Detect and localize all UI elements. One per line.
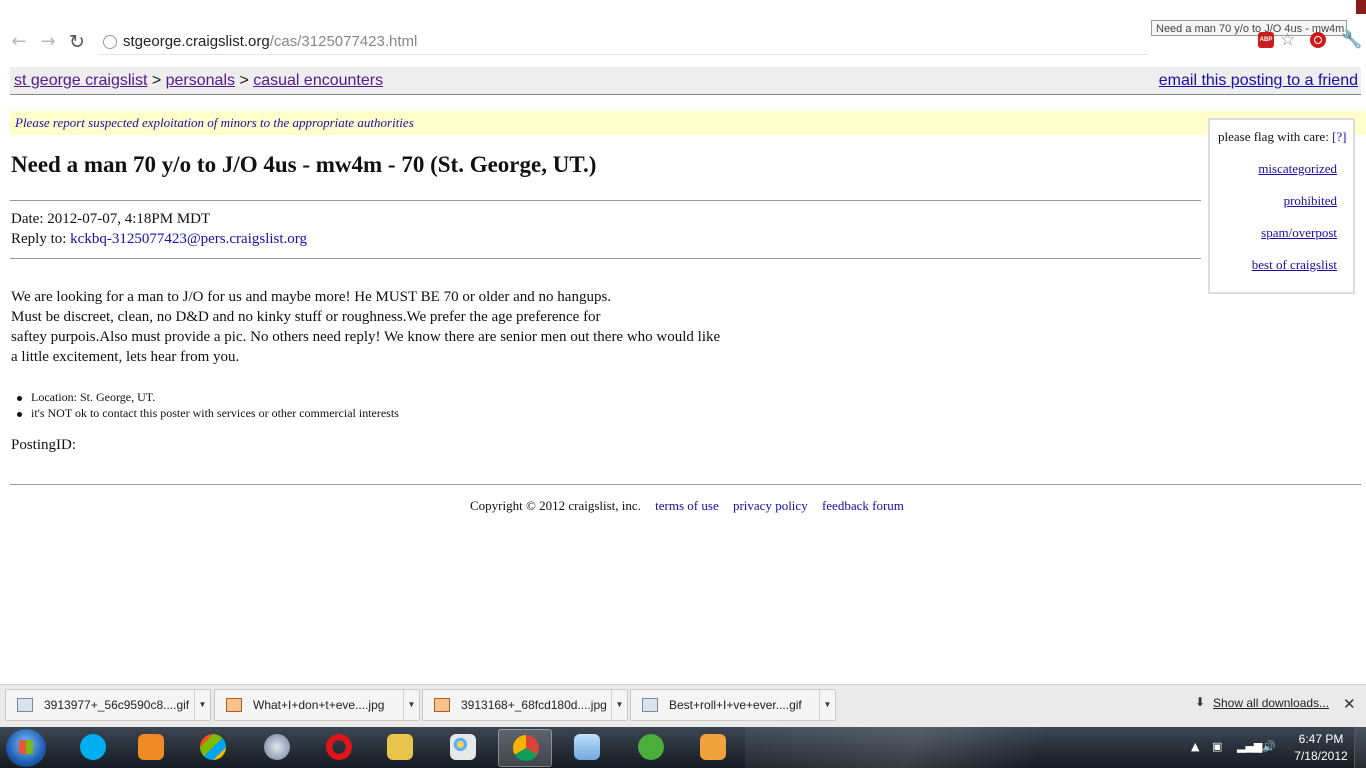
flag-title: please flag with care: [?] (1218, 129, 1347, 145)
download-menu-arrow[interactable]: ▼ (194, 690, 210, 720)
breadcrumb-trail: st george craigslist > personals > casua… (14, 67, 383, 94)
flag-title-text: please flag with care: (1218, 129, 1333, 144)
download-menu-arrow[interactable]: ▼ (403, 690, 419, 720)
flag-spam-link[interactable]: spam/overpost (1261, 225, 1337, 241)
network-device-icon[interactable]: ▣ (1212, 740, 1222, 753)
opera-taskbar-icon[interactable] (312, 729, 366, 767)
window-corner (1356, 0, 1366, 14)
paint-taskbar-icon[interactable] (436, 729, 490, 767)
footer: Copyright © 2012 craigslist, inc. terms … (470, 498, 904, 514)
address-bar[interactable]: stgeorge.craigslist.org/cas/3125077423.h… (98, 30, 1148, 55)
jpg-file-icon (434, 698, 450, 712)
taskbar: ▲ ▣ ▂▄▆ 🔊 6:47 PM 7/18/2012 (0, 727, 1366, 768)
download-filename: What+I+don+t+eve....jpg (253, 698, 385, 712)
download-item[interactable]: Best+roll+I+ve+ever....gif ▼ (630, 689, 836, 721)
chrome-taskbar-icon[interactable] (498, 729, 552, 767)
flag-prohibited-link[interactable]: prohibited (1284, 193, 1337, 209)
terms-of-use-link[interactable]: terms of use (655, 498, 719, 513)
gif-file-icon (17, 698, 33, 712)
quicktime-taskbar-icon[interactable] (250, 729, 304, 767)
media-center-taskbar-icon[interactable] (186, 729, 240, 767)
breadcrumb-category-link[interactable]: casual encounters (253, 72, 383, 89)
posting-date: Date: 2012-07-07, 4:18PM MDT (11, 211, 210, 228)
url-text: stgeorge.craigslist.org/cas/3125077423.h… (123, 30, 417, 54)
divider (10, 484, 1361, 485)
download-item[interactable]: What+I+don+t+eve....jpg ▼ (214, 689, 420, 721)
close-icon[interactable]: ✕ (1343, 695, 1356, 713)
forward-button[interactable]: → (38, 32, 58, 52)
posting-body-line: a little excitement, lets hear from you. (11, 349, 240, 365)
download-filename: Best+roll+I+ve+ever....gif (669, 698, 802, 712)
posting-id: PostingID: (11, 437, 77, 453)
download-filename: 3913168+_68fcd180d....jpg (461, 698, 607, 712)
date-label: Date: (11, 211, 48, 227)
skype-taskbar-icon[interactable] (66, 729, 120, 767)
stop-icon[interactable] (1310, 32, 1326, 48)
posting-body-line: saftey purpois.Also must provide a pic. … (11, 329, 721, 345)
url-path: /cas/3125077423.html (269, 33, 418, 50)
reply-email-link[interactable]: kckbq-3125077423@pers.craigslist.org (70, 231, 307, 247)
start-button[interactable] (6, 729, 46, 767)
clock-time[interactable]: 6:47 PM (1296, 732, 1346, 746)
volume-icon[interactable]: 🔊 (1262, 740, 1276, 753)
download-menu-arrow[interactable]: ▼ (611, 690, 627, 720)
breadcrumb-separator: > (147, 72, 166, 89)
gif-file-icon (642, 698, 658, 712)
posting-body-line: Must be discreet, clean, no D&D and no k… (11, 309, 601, 325)
posting-title: Need a man 70 y/o to J/O 4us - mw4m - 70… (11, 152, 597, 177)
flag-box: please flag with care: [?] miscategorize… (1208, 118, 1355, 294)
flag-help-link[interactable]: [?] (1332, 129, 1346, 144)
clock-date[interactable]: 7/18/2012 (1292, 749, 1350, 763)
breadcrumb: st george craigslist > personals > casua… (10, 67, 1361, 95)
flag-best-of-link[interactable]: best of craigslist (1252, 257, 1337, 273)
commercial-notice-bullet: it's NOT ok to contact this poster with … (17, 406, 399, 420)
adblock-icon[interactable]: ABP (1258, 32, 1274, 48)
media-player-taskbar-icon[interactable] (124, 729, 178, 767)
date-value: 2012-07-07, 4:18PM MDT (47, 211, 211, 227)
download-item[interactable]: 3913977+_56c9590c8....gif ▼ (5, 689, 211, 721)
breadcrumb-site-link[interactable]: st george craigslist (14, 72, 147, 89)
signal-bars-icon[interactable]: ▂▄▆ (1237, 740, 1262, 753)
report-exploitation-link[interactable]: Please report suspected exploitation of … (15, 115, 414, 130)
file-explorer-taskbar-icon[interactable] (373, 729, 427, 767)
divider (10, 200, 1201, 201)
download-menu-arrow[interactable]: ▼ (819, 690, 835, 720)
warning-banner: Please report suspected exploitation of … (10, 111, 1366, 135)
notepad-taskbar-icon[interactable] (560, 729, 614, 767)
flag-miscategorized-link[interactable]: miscategorized (1258, 161, 1337, 177)
divider (10, 258, 1201, 259)
wrench-icon[interactable]: 🔧 (1341, 32, 1362, 49)
show-all-downloads-link[interactable]: Show all downloads... (1213, 696, 1329, 710)
bookmark-star-icon[interactable]: ☆ (1280, 32, 1296, 49)
posting-body-line: We are looking for a man to J/O for us a… (11, 289, 612, 305)
reply-to: Reply to: kckbq-3125077423@pers.craigsli… (11, 231, 307, 248)
email-posting-link[interactable]: email this posting to a friend (1159, 67, 1358, 94)
utorrent-taskbar-icon[interactable] (624, 729, 678, 767)
download-item[interactable]: 3913168+_68fcd180d....jpg ▼ (422, 689, 628, 721)
copyright: Copyright © 2012 craigslist, inc. (470, 498, 641, 513)
download-arrow-icon: ⬇ (1195, 695, 1206, 709)
location-bullet: Location: St. George, UT. (16, 390, 156, 404)
breadcrumb-section-link[interactable]: personals (166, 72, 235, 89)
download-shelf: 3913977+_56c9590c8....gif ▼ What+I+don+t… (0, 684, 1366, 727)
feedback-forum-link[interactable]: feedback forum (822, 498, 904, 513)
privacy-policy-link[interactable]: privacy policy (733, 498, 808, 513)
download-filename: 3913977+_56c9590c8....gif (44, 698, 190, 712)
image-viewer-taskbar-icon[interactable] (686, 729, 740, 767)
breadcrumb-separator: > (235, 72, 254, 89)
jpg-file-icon (226, 698, 242, 712)
reload-button[interactable]: ↻ (67, 32, 87, 52)
show-desktop-button[interactable] (1354, 727, 1366, 768)
back-button[interactable]: ← (9, 32, 29, 52)
page-icon (103, 35, 117, 49)
tray-expand-icon[interactable]: ▲ (1191, 740, 1199, 753)
url-host: stgeorge.craigslist.org (123, 33, 270, 50)
reply-label: Reply to: (11, 231, 71, 247)
